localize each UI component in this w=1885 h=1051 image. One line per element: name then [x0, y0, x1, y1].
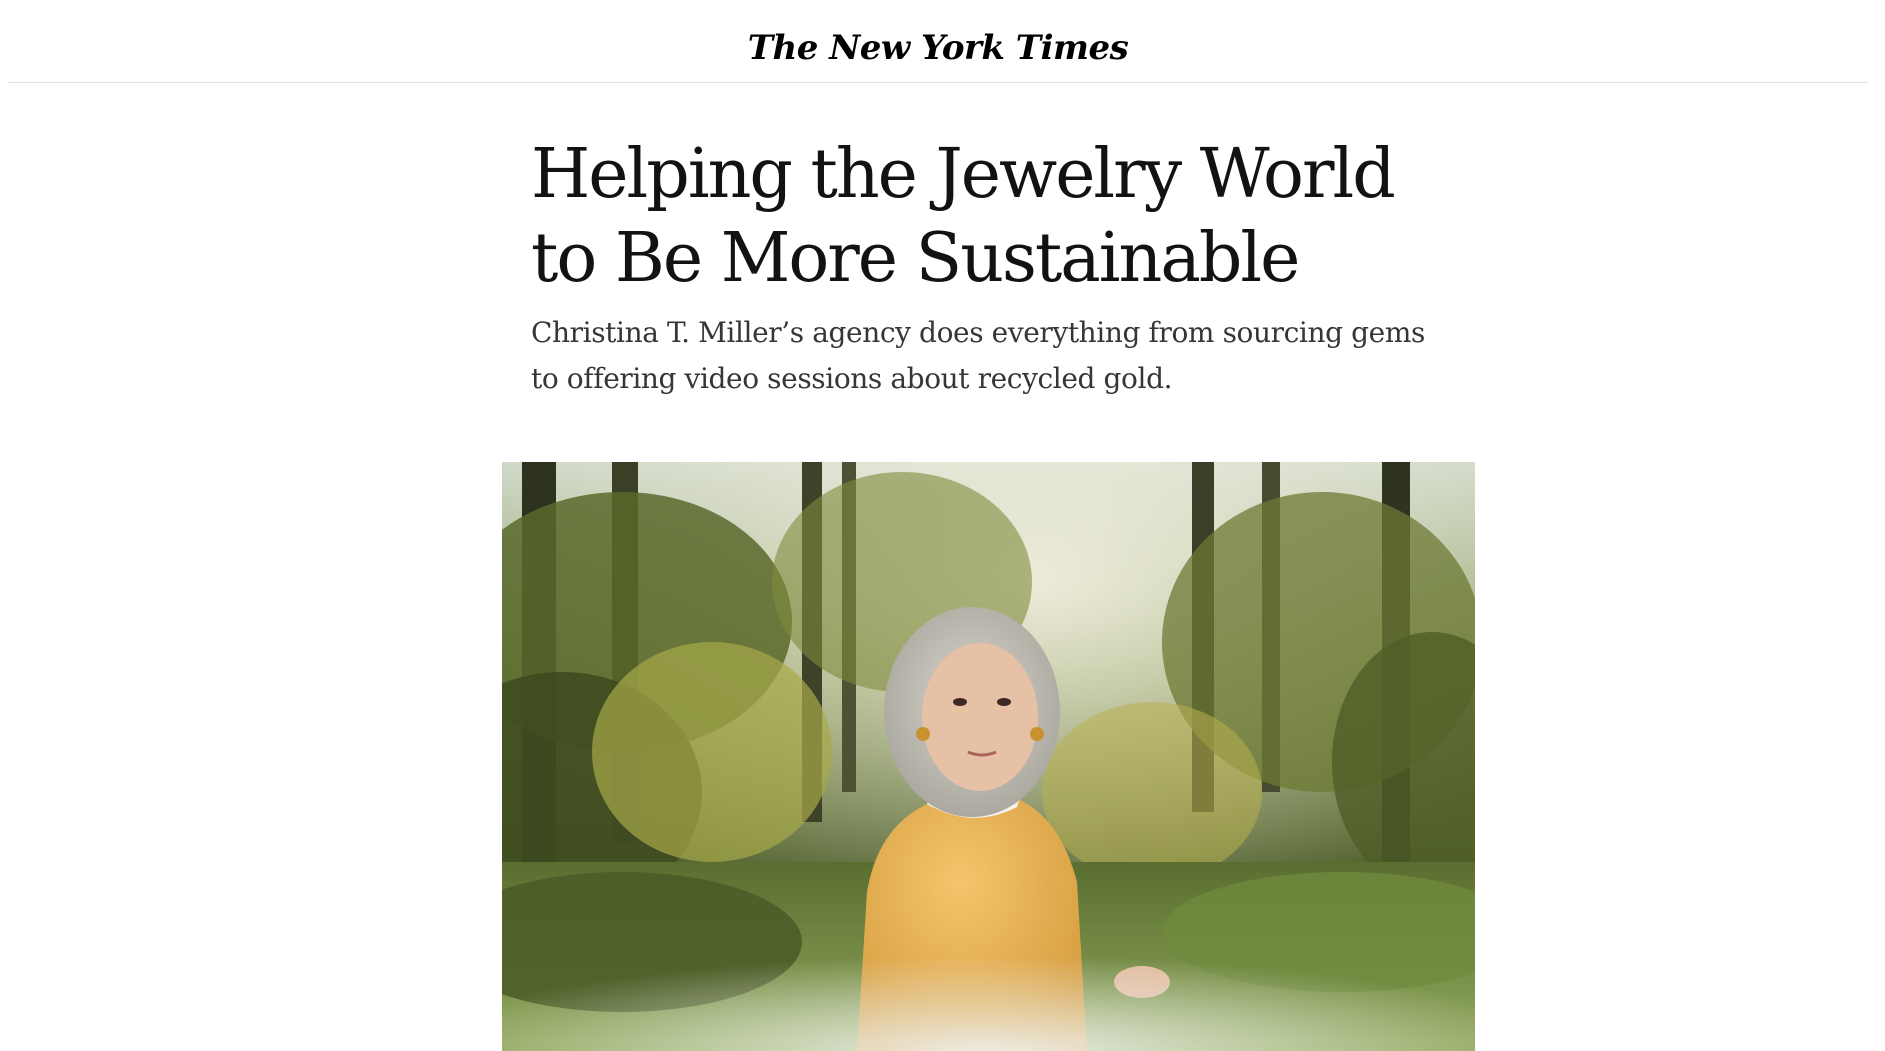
- portrait-photo-illustration: [502, 462, 1475, 1051]
- article-headline: Helping the Jewelry World to Be More Sus…: [531, 135, 1396, 298]
- masthead: The New York Times: [8, 0, 1868, 83]
- nyt-logo-link[interactable]: The New York Times: [8, 24, 1868, 72]
- article-summary: Christina T. Miller’s agency does everyt…: [531, 316, 1425, 395]
- lead-photo: [502, 462, 1475, 1051]
